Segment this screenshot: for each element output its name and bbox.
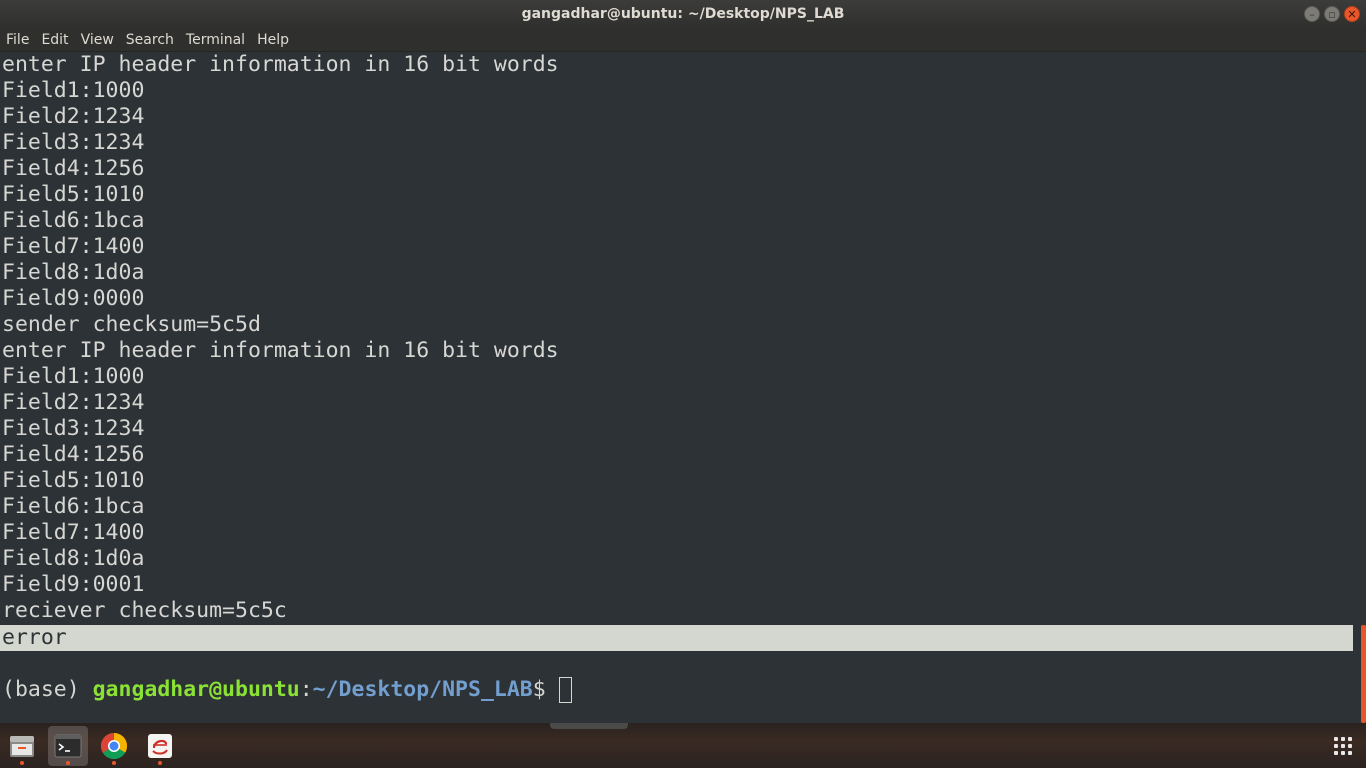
output-lines: enter IP header information in 16 bit wo… — [2, 52, 559, 624]
menu-terminal[interactable]: Terminal — [180, 28, 251, 52]
output-line: enter IP header information in 16 bit wo… — [2, 338, 559, 363]
output-line: Field3:1234 — [2, 416, 145, 441]
menu-help[interactable]: Help — [251, 28, 295, 52]
running-indicator — [20, 761, 24, 765]
menu-search[interactable]: Search — [120, 28, 180, 52]
output-line: Field4:1256 — [2, 156, 145, 181]
output-line: enter IP header information in 16 bit wo… — [2, 52, 559, 77]
close-button[interactable]: ✕ — [1344, 6, 1360, 22]
output-line: Field5:1010 — [2, 468, 145, 493]
minimize-button[interactable]: – — [1304, 6, 1320, 22]
menu-bar: File Edit View Search Terminal Help — [0, 28, 1366, 52]
running-indicator — [158, 761, 162, 765]
menu-view[interactable]: View — [75, 28, 120, 52]
output-line: Field7:1400 — [2, 234, 145, 259]
maximize-button[interactable]: ▫ — [1324, 6, 1340, 22]
running-indicator — [66, 761, 70, 765]
shell-prompt[interactable]: (base) gangadhar@ubuntu: ~/Desktop/NPS_LA… — [2, 677, 572, 703]
output-line: Field1:1000 — [2, 78, 145, 103]
window-title: gangadhar@ubuntu: ~/Desktop/NPS_LAB — [521, 6, 845, 22]
eclipse-icon — [148, 734, 172, 758]
running-indicator — [112, 761, 116, 765]
output-line: Field4:1256 — [2, 442, 145, 467]
text-cursor — [558, 677, 572, 703]
output-line: Field8:1d0a — [2, 546, 145, 571]
dock — [0, 723, 1366, 768]
title-bar: gangadhar@ubuntu: ~/Desktop/NPS_LAB – ▫ … — [0, 0, 1366, 28]
output-line: Field2:1234 — [2, 390, 145, 415]
terminal-output[interactable]: enter IP header information in 16 bit wo… — [0, 52, 1366, 723]
terminal-icon — [54, 734, 82, 758]
prompt-path: ~/Desktop/NPS_LAB — [312, 677, 533, 702]
output-line: Field9:0000 — [2, 286, 145, 311]
output-line: Field7:1400 — [2, 520, 145, 545]
prompt-env: (base) — [2, 677, 93, 702]
scrollbar[interactable] — [1361, 625, 1366, 723]
dock-item-terminal[interactable] — [48, 726, 88, 766]
file-manager-icon — [10, 736, 34, 757]
output-line: reciever checksum=5c5c — [2, 598, 287, 623]
output-line: sender checksum=5c5d — [2, 312, 261, 337]
dock-item-files[interactable] — [2, 726, 42, 766]
output-line: Field6:1bca — [2, 494, 145, 519]
dock-item-eclipse[interactable] — [140, 726, 180, 766]
output-line: Field6:1bca — [2, 208, 145, 233]
dock-item-chrome[interactable] — [94, 726, 134, 766]
prompt-dollar: $ — [532, 677, 559, 702]
prompt-colon: : — [299, 677, 313, 702]
prompt-user-host: gangadhar@ubuntu — [92, 677, 300, 702]
output-line: Field2:1234 — [2, 104, 145, 129]
output-line: Field3:1234 — [2, 130, 145, 155]
output-line: Field1:1000 — [2, 364, 145, 389]
output-line: Field8:1d0a — [2, 260, 145, 285]
menu-edit[interactable]: Edit — [35, 28, 74, 52]
error-line: error — [2, 625, 67, 650]
menu-file[interactable]: File — [0, 28, 35, 52]
window-controls: – ▫ ✕ — [1304, 6, 1360, 22]
dock-handle[interactable] — [550, 723, 628, 729]
output-line: Field5:1010 — [2, 182, 145, 207]
chrome-icon — [100, 732, 128, 760]
output-line: Field9:0001 — [2, 572, 145, 597]
selected-line: error — [0, 625, 1353, 651]
show-applications-icon[interactable] — [1334, 737, 1352, 755]
